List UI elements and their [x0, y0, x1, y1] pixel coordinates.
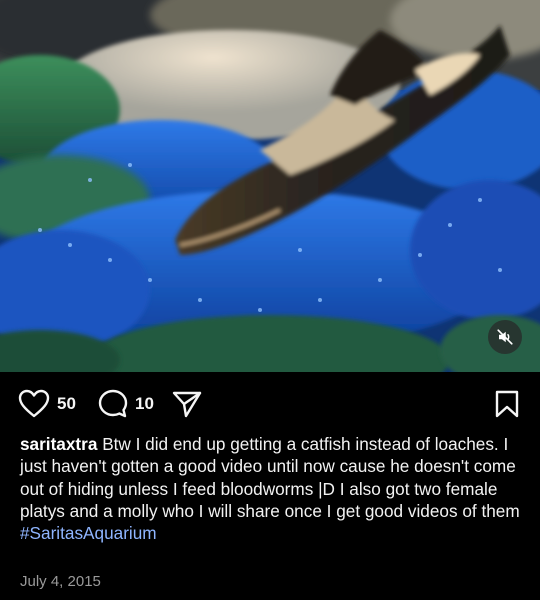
hashtag-link[interactable]: #SaritasAquarium [20, 522, 525, 544]
share-button[interactable] [172, 384, 202, 424]
username-link[interactable]: saritaxtra [20, 434, 97, 454]
like-count: 50 [57, 394, 76, 413]
post-caption: saritaxtra Btw I did end up getting a ca… [20, 433, 525, 544]
post-video[interactable] [0, 0, 540, 372]
post-date: July 4, 2015 [20, 573, 101, 590]
paper-plane-icon [172, 391, 202, 418]
speech-bubble-icon [98, 389, 128, 418]
bookmark-icon [495, 390, 519, 418]
comment-count: 10 [135, 394, 154, 413]
heart-icon [18, 389, 50, 418]
speaker-muted-icon [497, 329, 513, 345]
save-button[interactable] [494, 384, 520, 424]
comment-button[interactable]: 10 [98, 384, 154, 424]
like-button[interactable]: 50 [18, 384, 76, 424]
aquarium-video-frame [0, 0, 540, 372]
post-actions-bar: 50 10 [0, 384, 540, 424]
mute-button[interactable] [488, 320, 522, 354]
